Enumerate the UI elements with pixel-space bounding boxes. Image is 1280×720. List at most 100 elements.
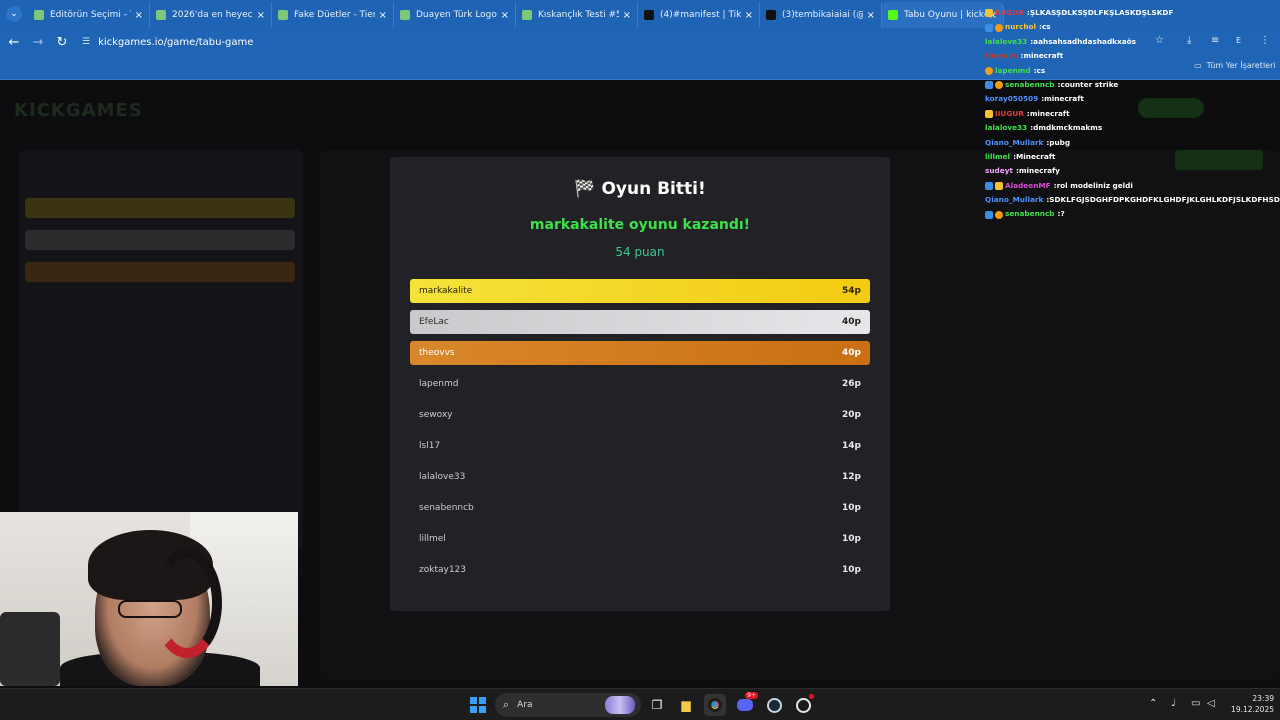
browser-tab[interactable]: 2026'da en heyecanla × [150,2,272,28]
chat-username: Qiano_Mullark [985,137,1044,147]
winner-text: markakalite oyunu kazandı! [529,217,751,233]
chat-text: Minecraft [1015,151,1056,161]
chat-message: senabenncb: ? [985,207,1280,221]
browser-tab[interactable]: Editörün Seçimi - Tur × [28,2,150,28]
score-row: senabenncb 10p [410,496,870,520]
browser-tab[interactable]: (4)#manifest | TikTok × [638,2,760,28]
address-bar[interactable]: ☰ kickgames.io/game/tabu-game [82,37,253,48]
obs-icon[interactable] [792,694,814,716]
chat-username: sudeyt [985,166,1013,176]
orange-badge-icon [985,66,993,75]
chat-username: theovvs [985,51,1018,61]
discord-icon[interactable]: 9+ [734,692,758,716]
browser-tab[interactable]: Duayen Türk Logoları × [394,2,516,28]
webcam-glasses [118,600,182,618]
tab-search-button[interactable]: ⌄ [6,6,22,22]
file-explorer-icon[interactable]: ▆ [675,694,697,716]
orange-badge-icon [995,81,1003,90]
player-name: sewoxy [419,410,453,420]
score-row: EfeLac 40p [410,310,870,334]
dim-row [25,262,295,282]
tab-title: (3)tembikaiaiai (@ten [782,10,863,20]
tab-close-icon[interactable]: × [501,10,509,21]
chat-username: senabenncb [1005,79,1055,89]
microphone-icon[interactable]: ♩ [1171,698,1176,709]
chat-text: cs [1041,22,1051,32]
score-row: lsl17 14p [410,434,870,458]
tab-title: 2026'da en heyecanla [172,10,253,20]
steam-icon[interactable] [763,694,785,716]
tab-favicon-icon [400,10,410,20]
tab-favicon-icon [278,10,288,20]
chat-message: lalalove33: aahsahsadhdashadkxaös [985,35,1280,49]
tab-title: Fake Düetler - Tier Li [294,10,375,20]
chat-text: rol modeliniz geldi [1056,180,1133,190]
score-row: markakalite 54p [410,279,870,303]
orange-badge-icon [995,23,1003,32]
tab-favicon-icon [34,10,44,20]
browser-tab[interactable]: Fake Düetler - Tier Li × [272,2,394,28]
chevron-up-icon[interactable]: ⌃ [1149,698,1157,709]
blue-badge-icon [985,210,993,219]
chat-message: lalalove33: dmdkmckmakms [985,121,1280,135]
volume-icon[interactable]: ◁ [1207,698,1215,709]
blue-badge-icon [985,23,993,32]
tab-close-icon[interactable]: × [379,10,387,21]
player-points: 54p [842,286,861,296]
site-info-icon[interactable]: ☰ [82,37,90,47]
chat-message: lillmel: Minecraft [985,150,1280,164]
tab-title: Kıskançlık Testi #5 - T [538,10,619,20]
tab-title: Tabu Oyunu | kickgar [904,10,985,20]
tab-close-icon[interactable]: × [867,10,875,21]
chat-username: senabenncb [1005,209,1055,219]
player-name: lalalove33 [419,472,466,482]
start-button[interactable] [470,697,486,713]
blue-badge-icon [985,81,993,90]
chat-username: Qiano_Mullark [985,195,1044,205]
player-points: 40p [842,348,861,358]
chat-text: ŞLKASŞDLKSŞDLFKŞLASKDŞLSKDF [1029,8,1174,17]
tab-close-icon[interactable]: × [623,10,631,21]
forward-arrow-icon[interactable]: → [28,32,48,52]
winner-points: 54 puan [615,245,665,259]
system-clock[interactable]: 23:39 19.12.2025 [1226,693,1274,715]
screen: ⌄ Editörün Seçimi - Tur×2026'da en heyec… [0,0,1280,720]
chat-text: minecraft [1044,94,1084,104]
chat-text: SDKLFGJSDGHFDPKGHDFKLGHDFJKLGHLKDFJSLKDF… [1049,195,1280,205]
network-icon[interactable]: ▭ [1191,698,1200,709]
chat-message: theovvs: minecraft [985,49,1280,63]
player-points: 26p [842,379,861,389]
stream-chat-overlay: IIUGUR: ŞLKASŞDLKSŞDLFKŞLASKDŞLSKDF nurch… [985,6,1280,220]
browser-tab[interactable]: (3)tembikaiaiai (@ten × [760,2,882,28]
tab-close-icon[interactable]: × [745,10,753,21]
reload-icon[interactable]: ↻ [52,32,72,52]
modal-title: 🏁 Oyun Bitti! [390,177,890,201]
score-row: zoktay123 10p [410,558,870,582]
chat-message: IIUGUR: minecraft [985,107,1280,121]
player-points: 10p [842,503,861,513]
search-placeholder: Ara [517,700,533,710]
task-view-icon[interactable]: ❐ [646,694,668,716]
tab-close-icon[interactable]: × [257,10,265,21]
player-name: theovvs [419,348,455,358]
taskbar-search[interactable]: ⌕ Ara [495,693,641,717]
chat-username: nurchol [1005,22,1037,32]
player-points: 10p [842,534,861,544]
chat-text: minecrafy [1018,166,1060,176]
tab-favicon-icon [522,10,532,20]
back-arrow-icon[interactable]: ← [4,32,24,52]
chat-message: sudeyt: minecrafy [985,164,1280,178]
search-highlight-image [605,696,635,714]
tab-close-icon[interactable]: × [135,10,143,21]
chat-text: aahsahsadhdashadkxaös [1033,36,1137,46]
chrome-icon[interactable] [704,694,726,716]
dim-row [25,230,295,250]
player-points: 12p [842,472,861,482]
chat-text: pubg [1049,137,1071,147]
tab-favicon-icon [766,10,776,20]
chat-text: cs [1036,65,1046,75]
chat-username: lalalove33 [985,123,1028,133]
chat-text: dmdkmckmakms [1033,123,1103,133]
chat-username: lalalove33 [985,36,1028,46]
browser-tab[interactable]: Kıskançlık Testi #5 - T × [516,2,638,28]
